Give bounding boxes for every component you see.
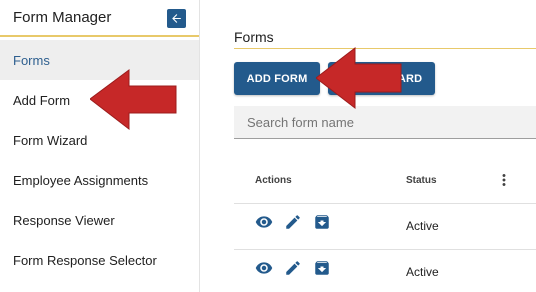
sidebar-item-form-response-selector[interactable]: Form Response Selector — [0, 240, 199, 280]
column-header-status: Status — [406, 175, 437, 186]
pencil-icon[interactable] — [284, 259, 302, 277]
archive-icon[interactable] — [313, 213, 331, 231]
sidebar: Form Manager Forms Add Form Form Wizard … — [0, 0, 200, 292]
sidebar-header: Form Manager — [0, 0, 199, 37]
main-content: Forms ADD FORM FORM WIZARD Search form n… — [201, 0, 536, 292]
table-divider — [234, 203, 536, 204]
eye-icon[interactable] — [255, 213, 273, 231]
collapse-sidebar-button[interactable] — [167, 9, 186, 28]
search-placeholder: Search form name — [247, 115, 354, 130]
eye-icon[interactable] — [255, 259, 273, 277]
pencil-icon[interactable] — [284, 213, 302, 231]
sidebar-item-label: Form Wizard — [13, 132, 88, 148]
add-form-button[interactable]: ADD FORM — [234, 62, 320, 95]
search-field[interactable]: Search form name — [234, 106, 536, 139]
sidebar-item-response-viewer[interactable]: Response Viewer — [0, 200, 199, 240]
sidebar-item-employee-assignments[interactable]: Employee Assignments — [0, 160, 199, 200]
sidebar-item-label: Forms — [13, 52, 50, 68]
sidebar-item-label: Form Response Selector — [13, 252, 157, 268]
annotation-arrow-left-icon — [316, 46, 402, 110]
annotation-arrow-left-icon — [90, 69, 177, 131]
table-divider — [234, 249, 536, 250]
sidebar-title: Form Manager — [13, 9, 112, 26]
status-text: Active — [406, 265, 439, 279]
sidebar-item-label: Add Form — [13, 92, 71, 108]
arrow-left-icon — [172, 14, 181, 23]
column-header-actions: Actions — [255, 175, 292, 186]
sidebar-item-label: Response Viewer — [13, 212, 115, 228]
status-text: Active — [406, 219, 439, 233]
archive-icon[interactable] — [313, 259, 331, 277]
sidebar-item-label: Employee Assignments — [13, 172, 149, 188]
page-title: Forms — [234, 29, 274, 45]
column-menu-icon[interactable] — [495, 171, 513, 189]
